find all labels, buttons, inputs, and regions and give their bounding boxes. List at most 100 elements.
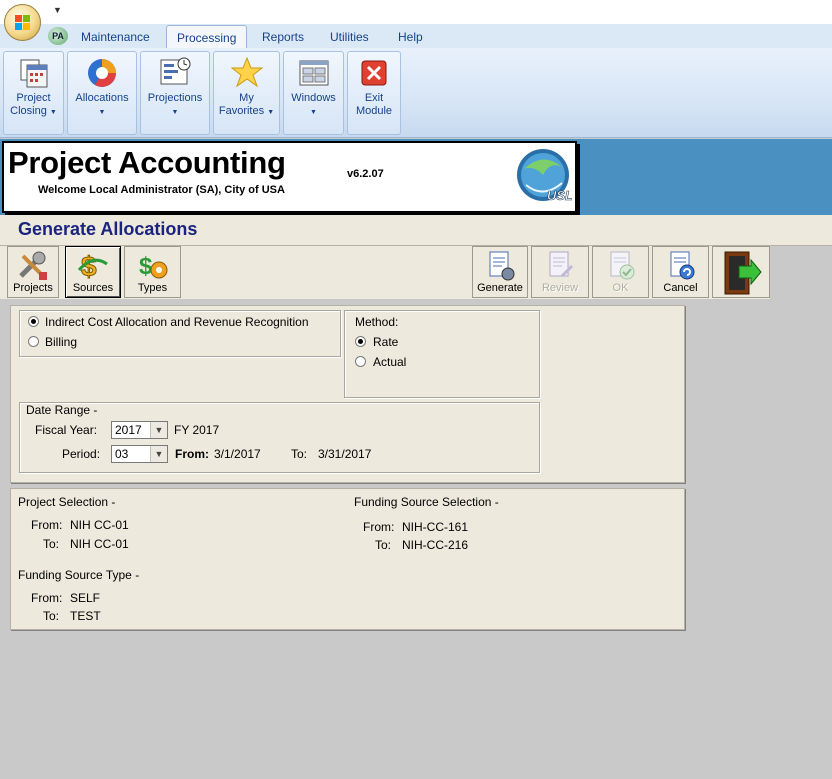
funding-to-label: To: (375, 538, 392, 552)
page-header: Generate Allocations (0, 215, 832, 246)
my-favorites-button[interactable]: My Favorites ▼ (213, 51, 280, 135)
windows-label: Windows (291, 92, 336, 104)
generate-document-icon (489, 251, 515, 281)
projects-label: Projects (13, 282, 53, 294)
indirect-cost-radio[interactable] (28, 316, 39, 327)
date-range-label: Date Range - (26, 403, 98, 417)
ok-document-icon (610, 251, 634, 280)
tab-processing[interactable]: Processing (166, 25, 248, 49)
project-selection-label: Project Selection - (18, 495, 116, 509)
dropdown-arrow-icon: ▼ (310, 109, 317, 116)
exit-door-icon (724, 251, 762, 295)
tools-icon (19, 251, 47, 280)
funding-from-label: From: (363, 520, 395, 534)
money-gears-icon: $ (139, 253, 167, 280)
app-banner: Project Accounting Welcome Local Adminis… (2, 141, 577, 213)
sources-button[interactable]: $ Sources (65, 246, 121, 298)
indirect-cost-label: Indirect Cost Allocation and Revenue Rec… (45, 315, 309, 329)
dropdown-arrow-icon: ▼ (49, 109, 57, 116)
project-closing-label-1: Project (16, 92, 51, 104)
ok-button[interactable]: OK (592, 246, 649, 298)
page-title: Generate Allocations (18, 219, 198, 239)
period-select[interactable]: 03 ▼ (111, 445, 168, 463)
cancel-document-icon (670, 251, 694, 280)
type-from-value: SELF (70, 591, 101, 605)
type-from-label: From: (31, 591, 63, 605)
type-to-value: TEST (70, 609, 101, 623)
chevron-down-icon[interactable]: ▼ (150, 446, 167, 462)
selection-panel (10, 488, 685, 630)
projections-button[interactable]: Projections ▼ (140, 51, 210, 135)
close-icon (361, 60, 387, 86)
exit-module-label-2: Module (355, 105, 393, 117)
period-label: Period: (62, 447, 101, 461)
allocations-button[interactable]: Allocations ▼ (67, 51, 137, 135)
projections-icon (160, 57, 191, 85)
version-text: v6.2.07 (347, 168, 384, 180)
tab-reports[interactable]: Reports (262, 30, 304, 44)
billing-radio[interactable] (28, 336, 39, 347)
rate-radio[interactable] (355, 336, 366, 347)
projects-button[interactable]: Projects (7, 246, 59, 298)
application-menu-button[interactable] (4, 4, 41, 41)
windows-button[interactable]: Windows ▼ (283, 51, 344, 135)
method-label: Method: (355, 315, 399, 329)
project-from-label: From: (31, 518, 63, 532)
project-closing-label-2: Closing (10, 105, 47, 117)
types-button[interactable]: $ Types (124, 246, 181, 298)
funding-to-value: NIH-CC-216 (402, 538, 469, 552)
quick-access-toolbar (0, 0, 832, 24)
star-icon (230, 56, 263, 88)
ok-label: OK (612, 282, 629, 294)
fiscal-year-select[interactable]: 2017 ▼ (111, 421, 168, 439)
fiscal-year-label: Fiscal Year: (35, 423, 98, 437)
exit-module-button[interactable]: Exit Module (347, 51, 401, 135)
actual-radio[interactable] (355, 356, 366, 367)
allocations-label: Allocations (75, 92, 129, 104)
funding-from-value: NIH-CC-161 (402, 520, 469, 534)
review-document-icon (549, 251, 574, 278)
dropdown-arrow-icon: ▼ (267, 109, 275, 116)
review-label: Review (541, 282, 579, 294)
svg-text:$: $ (139, 253, 153, 280)
project-closing-button[interactable]: Project Closing ▼ (3, 51, 64, 135)
cancel-button[interactable]: Cancel (652, 246, 709, 298)
chevron-down-icon[interactable]: ▼ (150, 422, 167, 438)
tab-help[interactable]: Help (398, 30, 423, 44)
period-from-label: From: (175, 447, 209, 461)
project-to-value: NIH CC-01 (70, 537, 129, 551)
calendar-icon (20, 59, 47, 88)
tab-utilities[interactable]: Utilities (330, 30, 369, 44)
welcome-text: Welcome Local Administrator (SA), City o… (38, 184, 285, 196)
projections-label: Projections (147, 92, 203, 104)
types-label: Types (137, 282, 168, 294)
pie-chart-icon (88, 59, 116, 87)
logo-text: USL (547, 188, 572, 203)
fiscal-year-value: 2017 (115, 423, 142, 437)
app-title: Project Accounting (8, 145, 286, 180)
project-to-label: To: (43, 537, 60, 551)
pa-module-icon: PA (48, 27, 68, 45)
billing-label: Billing (45, 335, 78, 349)
my-favorites-label-2: Favorites (218, 105, 265, 117)
cancel-label: Cancel (663, 282, 698, 294)
period-from-value: 3/1/2017 (214, 447, 261, 461)
dropdown-arrow-icon: ▼ (98, 109, 106, 116)
windows-icon (299, 60, 328, 86)
generate-button[interactable]: Generate (472, 246, 528, 298)
fiscal-year-text: FY 2017 (174, 423, 220, 437)
period-to-label: To: (291, 447, 308, 461)
usl-logo: USL (517, 149, 572, 203)
sources-label: Sources (72, 282, 114, 294)
period-value: 03 (115, 447, 129, 461)
review-button[interactable]: Review (531, 246, 589, 298)
funding-source-type-label: Funding Source Type - (18, 568, 140, 582)
exit-button[interactable] (712, 246, 770, 298)
customize-qat-icon[interactable]: ▼ (53, 5, 62, 15)
actual-label: Actual (373, 355, 407, 369)
dropdown-arrow-icon: ▼ (171, 109, 179, 116)
tab-maintenance[interactable]: Maintenance (81, 30, 150, 44)
rate-label: Rate (373, 335, 399, 349)
generate-label: Generate (477, 282, 523, 294)
project-from-value: NIH CC-01 (70, 518, 129, 532)
